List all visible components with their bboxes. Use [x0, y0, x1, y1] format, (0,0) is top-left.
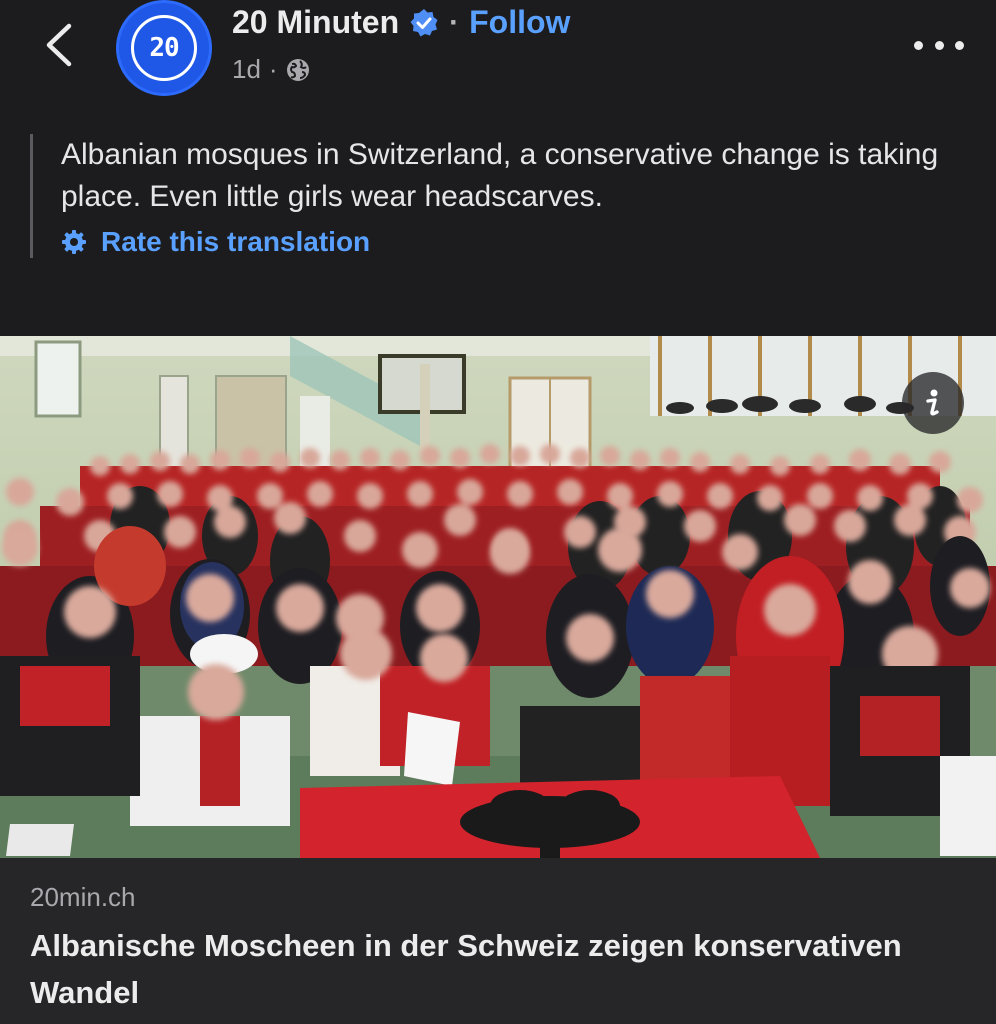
more-options-button[interactable] [914, 30, 964, 60]
post-photo[interactable] [0, 336, 996, 858]
chevron-left-icon [46, 23, 72, 67]
back-button[interactable] [36, 20, 80, 70]
post-caption: Albanian mosques in Switzerland, a conse… [30, 134, 961, 258]
info-icon [926, 389, 939, 416]
gear-icon [62, 230, 86, 254]
verified-badge-icon [410, 8, 438, 36]
post-meta: 1d · [232, 54, 310, 85]
follow-row: · Follow [449, 4, 570, 41]
more-dot [934, 40, 944, 50]
more-dot [914, 40, 923, 50]
post-header: 20 20 Minuten · Follow 1d · [0, 0, 996, 120]
caption-text: Albanian mosques in Switzerland, a conse… [61, 138, 939, 213]
post-time[interactable]: 1d [232, 54, 261, 85]
follow-button[interactable]: Follow [469, 4, 570, 41]
avatar-logo: 20 [131, 15, 197, 81]
link-preview-card[interactable]: 20min.ch Albanische Moscheen in der Schw… [0, 858, 996, 1024]
image-info-button[interactable] [902, 372, 964, 434]
more-dot [955, 40, 964, 50]
globe-icon [286, 58, 309, 81]
page-name-row: 20 Minuten · Follow [232, 4, 570, 41]
photo-illustration [0, 336, 996, 858]
meta-separator: · [268, 54, 278, 84]
rate-translation-link[interactable]: Rate this translation [61, 226, 961, 258]
page-name[interactable]: 20 Minuten [232, 4, 399, 41]
link-domain: 20min.ch [30, 882, 136, 912]
link-headline: Albanische Moscheen in der Schweiz zeige… [30, 928, 902, 1010]
rate-translation-label: Rate this translation [101, 226, 371, 257]
separator: · [449, 5, 460, 39]
page-avatar[interactable]: 20 [116, 0, 212, 96]
